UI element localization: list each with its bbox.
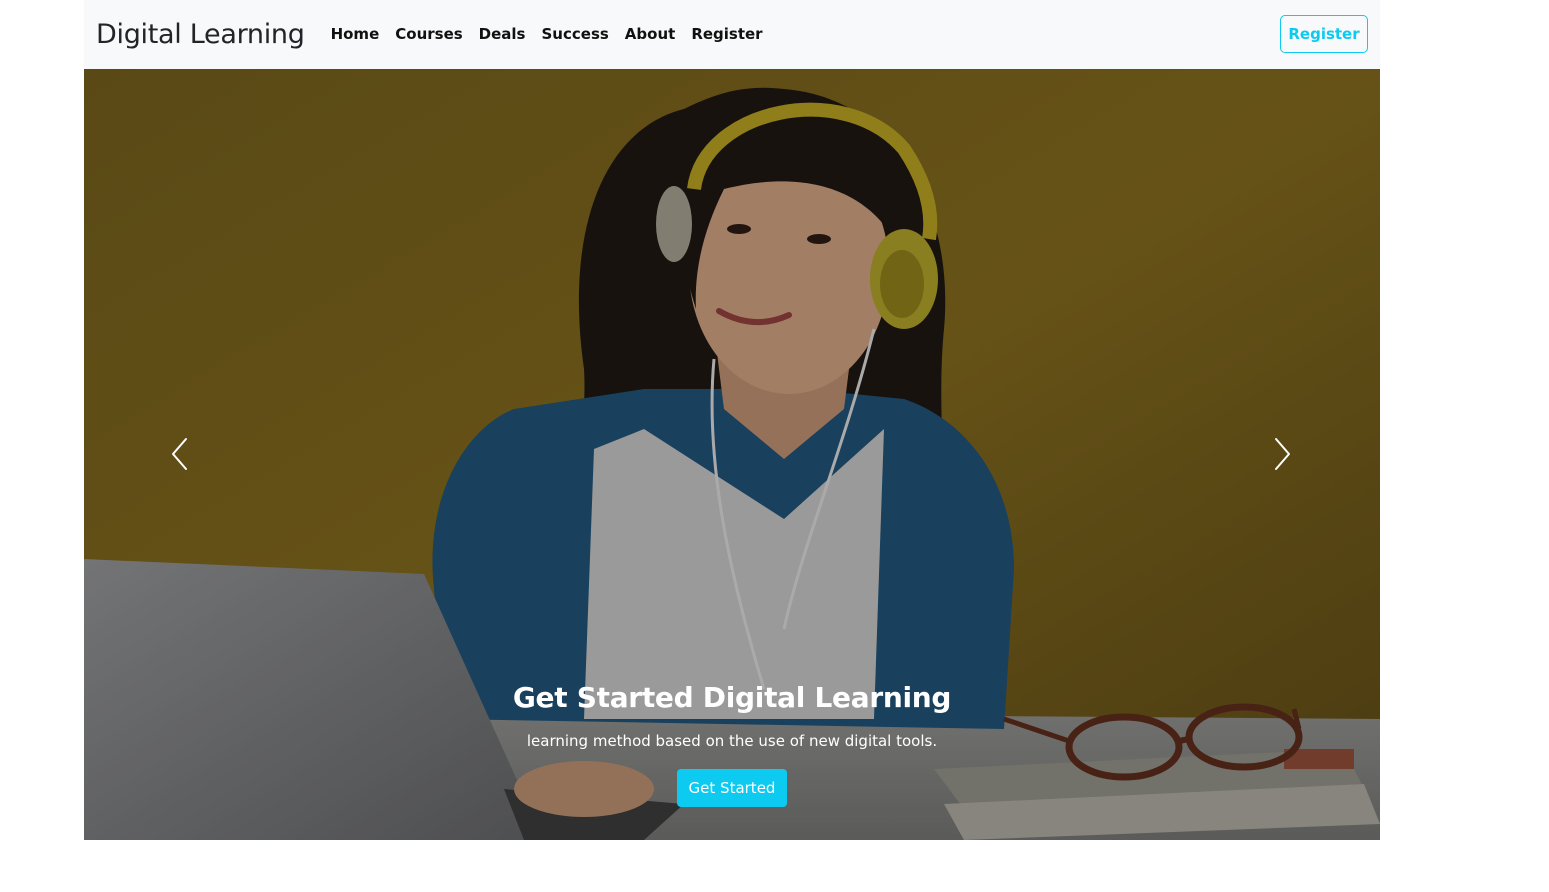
carousel-next-button[interactable] <box>1252 419 1312 489</box>
nav-about[interactable]: About <box>617 0 684 69</box>
nav-success[interactable]: Success <box>534 0 617 69</box>
page-container: Digital Learning Home Courses Deals Succ… <box>84 0 1380 840</box>
hero-carousel: Get Started Digital Learning learning me… <box>84 69 1380 840</box>
hero-caption: Get Started Digital Learning learning me… <box>84 677 1380 807</box>
nav-home[interactable]: Home <box>329 0 388 69</box>
carousel-prev-button[interactable] <box>150 419 210 489</box>
nav-deals[interactable]: Deals <box>471 0 534 69</box>
brand-logo[interactable]: Digital Learning <box>96 19 305 50</box>
hero-title: Get Started Digital Learning <box>512 681 952 714</box>
register-button[interactable]: Register <box>1280 15 1368 53</box>
nav-register[interactable]: Register <box>683 0 770 69</box>
get-started-button[interactable]: Get Started <box>676 769 788 807</box>
nav-links: Home Courses Deals Success About Registe… <box>329 0 771 69</box>
navbar: Digital Learning Home Courses Deals Succ… <box>84 0 1380 69</box>
chevron-right-icon <box>1275 438 1290 470</box>
chevron-left-icon <box>172 438 187 470</box>
hero-subtitle: learning method based on the use of new … <box>526 732 938 750</box>
nav-courses[interactable]: Courses <box>387 0 470 69</box>
